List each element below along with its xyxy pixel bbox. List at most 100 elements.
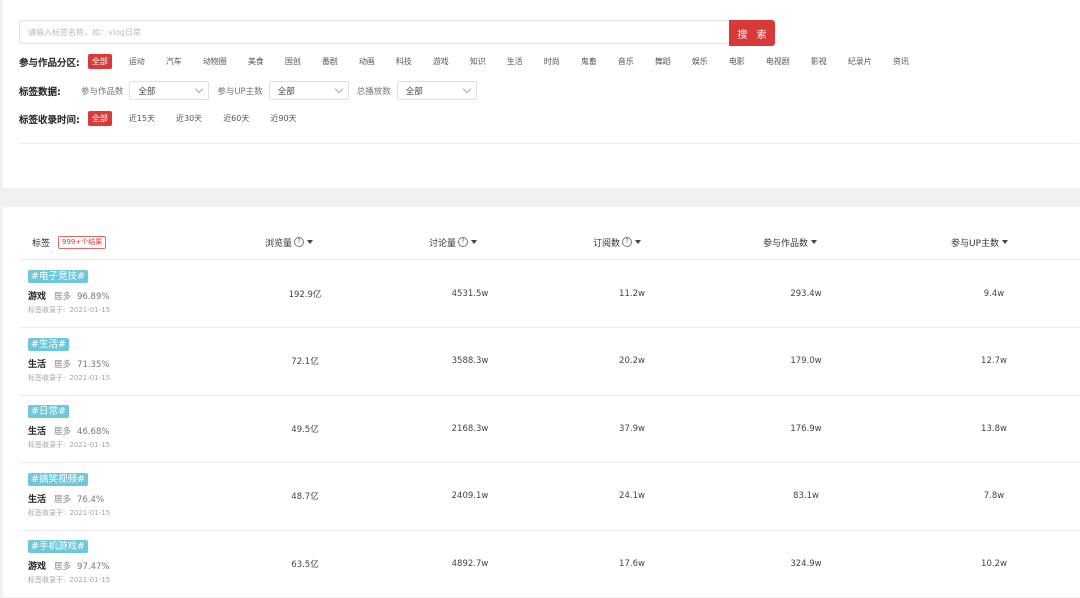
- cell-works: 324.9w: [790, 558, 822, 569]
- table-row[interactable]: #手机游戏# 游戏 居多 97.47% 标签收录于: 2021-01-15 63.5亿 489…: [19, 530, 1080, 598]
- category-line: 游戏 居多 96.89%: [28, 289, 109, 302]
- record-date-prefix: 标签收录于:: [28, 373, 66, 382]
- divider: [19, 143, 1079, 144]
- category-percent: 97.47%: [77, 562, 110, 572]
- chevron-down-icon: [334, 84, 343, 94]
- time-chip[interactable]: 近30天: [172, 111, 206, 126]
- tag-pill[interactable]: #生活#: [28, 337, 69, 351]
- metric-select[interactable]: 全部: [268, 81, 349, 100]
- table-row[interactable]: #生活# 生活 居多 71.35% 标签收录于: 2021-01-15 72.1亿 3588.…: [19, 328, 1080, 396]
- zone-chip[interactable]: 电视剧: [762, 54, 794, 69]
- record-date-prefix: 标签收录于:: [28, 441, 66, 449]
- category-most-label: 居多: [54, 292, 72, 302]
- search-bar: 搜 索: [19, 20, 777, 46]
- zone-chip[interactable]: 时尚: [540, 54, 564, 69]
- zone-chip[interactable]: 运动: [125, 54, 149, 69]
- category-percent: 96.89%: [77, 292, 110, 302]
- filter-panel: 搜 索 参与作品分区: 全部运动汽车动物圈美食国创番剧动画科技游戏知识生活时尚鬼…: [3, 0, 1080, 188]
- zone-chip[interactable]: 鬼畜: [577, 54, 601, 69]
- zone-chip[interactable]: 游戏: [429, 54, 453, 69]
- zone-chip[interactable]: 娱乐: [688, 54, 712, 69]
- zone-chip[interactable]: 番剧: [318, 54, 342, 69]
- category-name: 游戏: [28, 562, 47, 572]
- cell-works: 293.4w: [790, 288, 822, 299]
- header-views[interactable]: 浏览量 ?: [265, 225, 314, 259]
- zone-chip[interactable]: 资讯: [889, 54, 913, 69]
- help-icon[interactable]: ?: [622, 237, 633, 247]
- sort-caret-icon[interactable]: [635, 240, 642, 244]
- zone-chip[interactable]: 音乐: [614, 54, 638, 69]
- header-works[interactable]: 参与作品数: [763, 225, 818, 259]
- sort-caret-icon[interactable]: [811, 240, 818, 244]
- time-chip-group: 全部 近15天 近30天 近60天 近90天: [87, 111, 314, 126]
- category-line: 生活 居多 46.68%: [28, 424, 109, 437]
- search-input[interactable]: [19, 20, 729, 44]
- tag-pill[interactable]: #手机游戏#: [28, 540, 88, 553]
- cell-views: 48.7亿: [291, 492, 319, 502]
- cell-works: 179.0w: [790, 356, 822, 366]
- category-most-label: 居多: [54, 562, 72, 572]
- zone-chip-group: 全部 运动 汽车 动物圈 美食 国创 番剧 动画 科技 游戏 知识 生活 时尚 鬼畜 音乐 舞蹈 娱乐 电影 电视剧…: [87, 54, 926, 69]
- help-icon[interactable]: ?: [294, 237, 305, 247]
- sort-caret-icon[interactable]: [307, 240, 314, 244]
- record-date-line: 标签收录于: 2021-01-15: [28, 305, 110, 315]
- header-ups-label: 参与UP主数: [951, 238, 1000, 249]
- header-subscriptions[interactable]: 订阅数 ?: [593, 225, 642, 259]
- record-date-prefix: 标签收录于:: [28, 306, 66, 314]
- zone-filter-label: 参与作品分区:: [19, 57, 80, 69]
- zone-chip[interactable]: 美食: [244, 54, 268, 69]
- metric-select-value: 全部: [138, 86, 156, 97]
- record-date-prefix: 标签收录于:: [28, 508, 66, 517]
- help-icon[interactable]: ?: [458, 237, 469, 247]
- cell-subscriptions: 24.1w: [619, 491, 645, 501]
- time-filter-row: 标签收录时间: 全部 近15天 近30天 近60天 近90天: [19, 111, 314, 126]
- tag-pill[interactable]: #电子竞技#: [28, 270, 88, 283]
- table-row[interactable]: #电子竞技# 游戏 居多 96.89% 标签收录于: 2021-01-15 192.9亿 45…: [19, 260, 1080, 328]
- category-most-label: 居多: [54, 359, 72, 370]
- zone-chip[interactable]: 舞蹈: [651, 54, 675, 69]
- record-date-prefix: 标签收录于:: [28, 576, 66, 584]
- record-date-line: 标签收录于: 2021-01-15: [28, 575, 110, 585]
- zone-chip[interactable]: 影视: [807, 54, 831, 69]
- zone-chip[interactable]: 生活: [503, 54, 527, 69]
- cell-ups: 7.8w: [983, 491, 1005, 501]
- record-date: 2021-01-15: [69, 576, 111, 584]
- tag-pill[interactable]: #搞笑视频#: [28, 472, 88, 486]
- record-date: 2021-01-15: [69, 373, 111, 382]
- time-chip[interactable]: 全部: [87, 111, 112, 126]
- header-subscriptions-label: 订阅数: [593, 238, 621, 249]
- cell-subscriptions: 37.9w: [619, 423, 645, 434]
- zone-chip[interactable]: 全部: [87, 54, 112, 69]
- zone-chip[interactable]: 动画: [355, 54, 379, 69]
- category-line: 生活 居多 71.35%: [28, 357, 109, 370]
- metric-select[interactable]: 全部: [396, 81, 477, 100]
- tag-data-filter-row: 标签数据: 参与作品数 全部 参与UP主数 全部 总播放数 全部: [19, 81, 485, 100]
- zone-chip[interactable]: 国创: [281, 54, 305, 69]
- zone-chip[interactable]: 科技: [392, 54, 416, 69]
- search-button[interactable]: 搜 索: [729, 20, 775, 46]
- header-ups[interactable]: 参与UP主数: [951, 225, 1009, 259]
- table-row[interactable]: #日常# 生活 居多 46.68% 标签收录于: 2021-01-15 49.5亿 2168.…: [19, 395, 1080, 463]
- header-views-label: 浏览量: [265, 238, 293, 249]
- time-chip[interactable]: 近90天: [266, 111, 300, 126]
- zone-chip[interactable]: 电影: [725, 54, 749, 69]
- cell-ups: 13.8w: [981, 423, 1007, 434]
- sort-caret-icon[interactable]: [471, 240, 478, 244]
- time-chip[interactable]: 近60天: [219, 111, 253, 126]
- zone-chip[interactable]: 知识: [466, 54, 490, 69]
- category-line: 生活 居多 76.4%: [28, 492, 104, 505]
- zone-chip[interactable]: 动物圈: [199, 54, 231, 69]
- sort-caret-icon[interactable]: [1002, 240, 1009, 244]
- time-chip[interactable]: 近15天: [125, 111, 159, 126]
- metric-select-label: 总播放数: [356, 86, 391, 97]
- zone-chip[interactable]: 汽车: [162, 54, 186, 69]
- zone-chip[interactable]: 纪录片: [844, 54, 876, 69]
- metric-select[interactable]: 全部: [129, 81, 210, 100]
- header-comments[interactable]: 讨论量 ?: [429, 225, 478, 259]
- category-name: 游戏: [28, 292, 47, 302]
- cell-comments: 3588.3w: [451, 356, 489, 366]
- metric-select-value: 全部: [405, 86, 423, 97]
- table-row[interactable]: #搞笑视频# 生活 居多 76.4% 标签收录于: 2021-01-15 48.7亿 2409…: [19, 463, 1080, 531]
- tag-pill[interactable]: #日常#: [28, 405, 69, 418]
- cell-ups: 10.2w: [981, 558, 1007, 569]
